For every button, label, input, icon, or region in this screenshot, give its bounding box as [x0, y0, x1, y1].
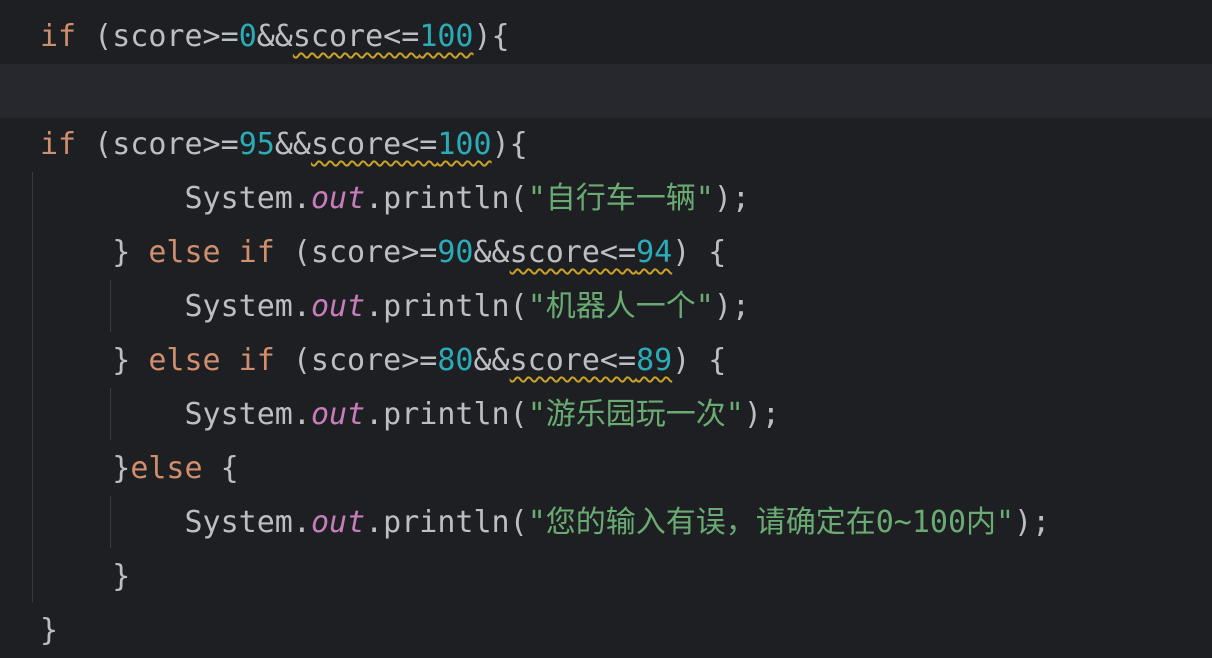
code-token: score<=: [292, 19, 420, 54]
code-token: 95: [238, 127, 275, 162]
code-token: System.: [40, 505, 311, 540]
code-token: ) {: [672, 235, 727, 270]
code-token: &&: [256, 19, 293, 54]
code-token: }: [40, 343, 149, 378]
code-token: &&: [473, 343, 510, 378]
code-token: );: [743, 397, 780, 432]
code-line[interactable]: if (score>=95&&score<=100){: [40, 118, 528, 172]
code-token: 89: [636, 343, 673, 378]
code-token: (score>=: [274, 235, 438, 270]
code-token: 100: [419, 19, 474, 54]
code-token: }: [40, 559, 131, 594]
code-token: out: [310, 397, 366, 432]
code-token: );: [713, 181, 750, 216]
code-token: &&: [274, 127, 311, 162]
code-token: 100: [437, 127, 492, 162]
code-token: &&: [473, 235, 510, 270]
code-token: "您的输入有误，请确定在0~100内": [527, 505, 1015, 540]
code-token: .println(: [365, 289, 528, 324]
code-token: else if: [148, 343, 275, 378]
code-token: score<=: [509, 343, 637, 378]
code-token: (score>=: [76, 19, 239, 54]
code-token: .println(: [365, 505, 528, 540]
code-token: "自行车一辆": [527, 181, 714, 216]
code-token: ) {: [672, 343, 727, 378]
code-line[interactable]: System.out.println("您的输入有误，请确定在0~100内");: [40, 496, 1050, 550]
code-token: out: [310, 181, 366, 216]
code-token: System.: [40, 289, 311, 324]
code-line[interactable]: }: [40, 604, 58, 658]
code-token: .println(: [365, 181, 528, 216]
current-line-highlight: [0, 64, 1212, 118]
code-token: .println(: [365, 397, 528, 432]
code-token: ){: [491, 127, 528, 162]
code-line[interactable]: }else {: [40, 442, 239, 496]
code-token: );: [713, 289, 750, 324]
code-token: if: [40, 127, 77, 162]
code-token: }: [40, 613, 59, 648]
indent-guide-outer: [32, 172, 33, 602]
code-token: score<=: [310, 127, 438, 162]
code-token: 0: [238, 19, 257, 54]
code-token: System.: [40, 181, 311, 216]
code-token: );: [1014, 505, 1051, 540]
code-line[interactable]: System.out.println("游乐园玩一次");: [40, 388, 780, 442]
code-token: "游乐园玩一次": [527, 397, 744, 432]
code-token: (score>=: [76, 127, 239, 162]
code-token: if: [40, 19, 77, 54]
code-token: 94: [636, 235, 673, 270]
code-token: }: [40, 451, 131, 486]
code-token: else if: [148, 235, 275, 270]
code-token: out: [310, 505, 366, 540]
code-line[interactable]: } else if (score>=80&&score<=89) {: [40, 334, 726, 388]
code-token: "机器人一个": [527, 289, 714, 324]
code-token: (score>=: [274, 343, 438, 378]
code-line[interactable]: }: [40, 550, 130, 604]
code-token: }: [40, 235, 149, 270]
code-token: 90: [437, 235, 474, 270]
code-token: 80: [437, 343, 474, 378]
code-token: ){: [473, 19, 510, 54]
code-token: System.: [40, 397, 311, 432]
code-line[interactable]: System.out.println("自行车一辆");: [40, 172, 750, 226]
code-line[interactable]: } else if (score>=90&&score<=94) {: [40, 226, 726, 280]
code-editor[interactable]: if (score>=0&&score<=100){ if (score>=95…: [0, 0, 1212, 648]
code-line[interactable]: System.out.println("机器人一个");: [40, 280, 750, 334]
code-line[interactable]: if (score>=0&&score<=100){: [40, 10, 510, 64]
code-token: score<=: [509, 235, 637, 270]
code-token: out: [310, 289, 366, 324]
code-token: else: [130, 451, 203, 486]
code-token: {: [202, 451, 239, 486]
